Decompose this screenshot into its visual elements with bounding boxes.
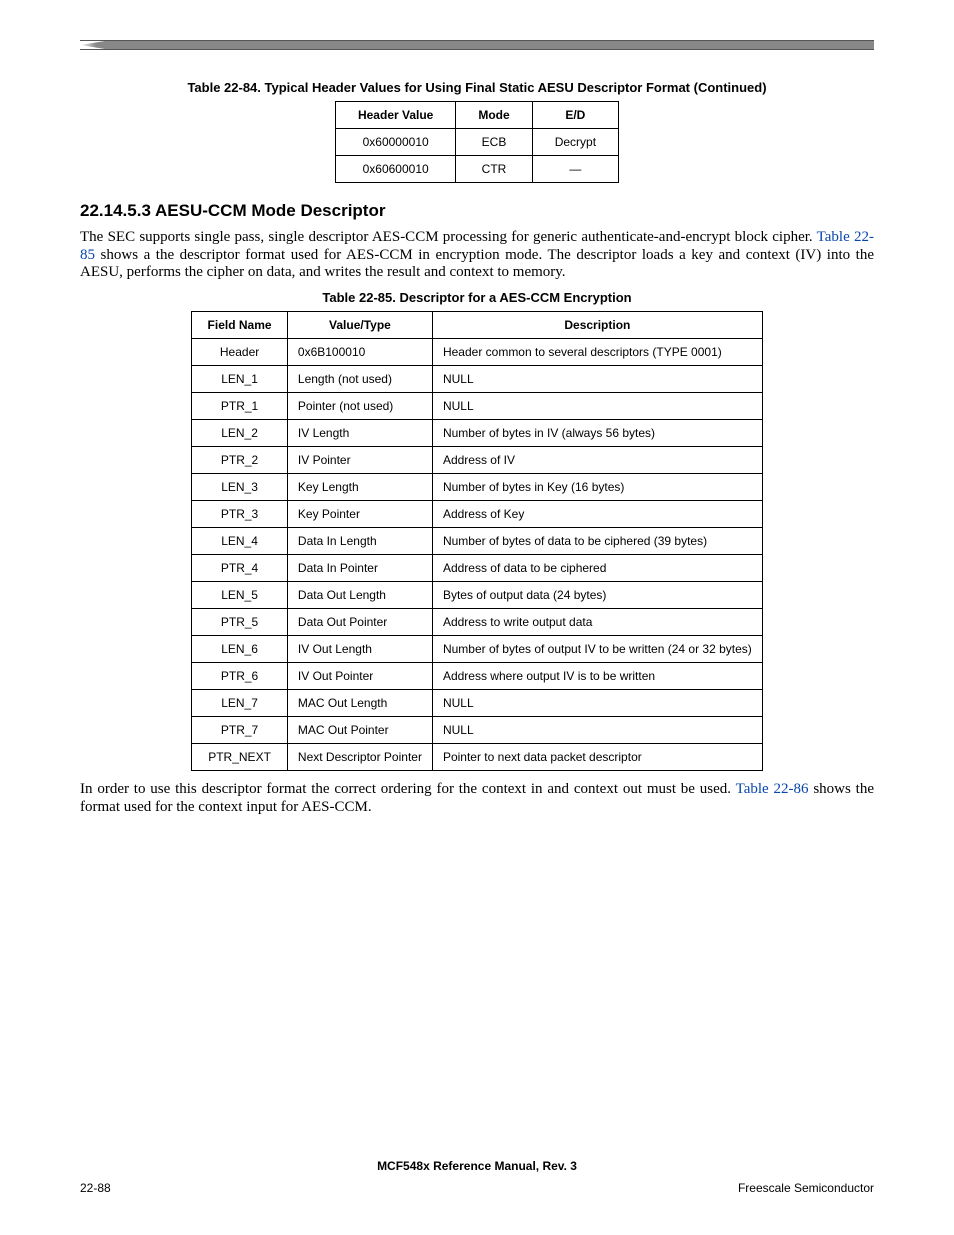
cell: 0x60600010 xyxy=(335,156,455,183)
cell: Address of data to be ciphered xyxy=(432,555,762,582)
cell: Key Pointer xyxy=(287,501,432,528)
cell: Number of bytes of output IV to be writt… xyxy=(432,636,762,663)
cell: PTR_1 xyxy=(192,393,288,420)
table-row: 0x60600010 CTR — xyxy=(335,156,618,183)
cell: Data In Length xyxy=(287,528,432,555)
cell: Data Out Pointer xyxy=(287,609,432,636)
table-row: Header0x6B100010Header common to several… xyxy=(192,339,763,366)
text: The SEC supports single pass, single des… xyxy=(80,229,817,245)
cell: MAC Out Pointer xyxy=(287,717,432,744)
cell: ECB xyxy=(456,129,532,156)
table-85-caption: Table 22-85. Descriptor for a AES-CCM En… xyxy=(80,290,874,305)
col-header: Mode xyxy=(456,102,532,129)
cell: Address of Key xyxy=(432,501,762,528)
cell: Address where output IV is to be written xyxy=(432,663,762,690)
cell: Data In Pointer xyxy=(287,555,432,582)
page-number: 22-88 xyxy=(80,1181,111,1195)
table-row: PTR_4Data In PointerAddress of data to b… xyxy=(192,555,763,582)
text: shows a the descriptor format used for A… xyxy=(80,247,874,281)
cell: 0x60000010 xyxy=(335,129,455,156)
section-title: AESU-CCM Mode Descriptor xyxy=(155,201,385,220)
cell: IV Out Pointer xyxy=(287,663,432,690)
cell: Header common to several descriptors (TY… xyxy=(432,339,762,366)
cell: LEN_2 xyxy=(192,420,288,447)
cell: LEN_5 xyxy=(192,582,288,609)
cell: PTR_5 xyxy=(192,609,288,636)
cell: PTR_3 xyxy=(192,501,288,528)
table-row: PTR_1Pointer (not used)NULL xyxy=(192,393,763,420)
cell: Key Length xyxy=(287,474,432,501)
cell: IV Length xyxy=(287,420,432,447)
cell: 0x6B100010 xyxy=(287,339,432,366)
table-row: PTR_NEXTNext Descriptor PointerPointer t… xyxy=(192,744,763,771)
cell: Header xyxy=(192,339,288,366)
table-row: LEN_1Length (not used)NULL xyxy=(192,366,763,393)
table-row: PTR_2IV PointerAddress of IV xyxy=(192,447,763,474)
cell: — xyxy=(532,156,618,183)
cell: PTR_6 xyxy=(192,663,288,690)
section-heading: 22.14.5.3 AESU-CCM Mode Descriptor xyxy=(80,201,874,221)
cell: Number of bytes in IV (always 56 bytes) xyxy=(432,420,762,447)
table-row: LEN_7MAC Out LengthNULL xyxy=(192,690,763,717)
page-footer: MCF548x Reference Manual, Rev. 3 22-88 F… xyxy=(80,1159,874,1195)
cell: IV Pointer xyxy=(287,447,432,474)
footer-title: MCF548x Reference Manual, Rev. 3 xyxy=(80,1159,874,1173)
cell: LEN_6 xyxy=(192,636,288,663)
cell: CTR xyxy=(456,156,532,183)
col-header: Field Name xyxy=(192,312,288,339)
cell: NULL xyxy=(432,366,762,393)
xref-link[interactable]: Table 22-86 xyxy=(736,781,809,797)
cell: Length (not used) xyxy=(287,366,432,393)
section-number: 22.14.5.3 xyxy=(80,201,151,220)
cell: PTR_NEXT xyxy=(192,744,288,771)
cell: Address to write output data xyxy=(432,609,762,636)
table-row: LEN_4Data In LengthNumber of bytes of da… xyxy=(192,528,763,555)
paragraph: In order to use this descriptor format t… xyxy=(80,781,874,816)
cell: PTR_4 xyxy=(192,555,288,582)
table-row: LEN_5Data Out LengthBytes of output data… xyxy=(192,582,763,609)
cell: Number of bytes in Key (16 bytes) xyxy=(432,474,762,501)
footer-brand: Freescale Semiconductor xyxy=(738,1181,874,1195)
table-row: PTR_5Data Out PointerAddress to write ou… xyxy=(192,609,763,636)
cell: NULL xyxy=(432,393,762,420)
cell: Data Out Length xyxy=(287,582,432,609)
cell: Number of bytes of data to be ciphered (… xyxy=(432,528,762,555)
cell: Decrypt xyxy=(532,129,618,156)
col-header: Value/Type xyxy=(287,312,432,339)
col-header: Description xyxy=(432,312,762,339)
table-84-caption: Table 22-84. Typical Header Values for U… xyxy=(80,80,874,95)
cell: Pointer (not used) xyxy=(287,393,432,420)
cell: Address of IV xyxy=(432,447,762,474)
cell: LEN_4 xyxy=(192,528,288,555)
cell: Bytes of output data (24 bytes) xyxy=(432,582,762,609)
cell: PTR_2 xyxy=(192,447,288,474)
table-row: Header Value Mode E/D xyxy=(335,102,618,129)
cell: NULL xyxy=(432,717,762,744)
cell: Next Descriptor Pointer xyxy=(287,744,432,771)
cell: MAC Out Length xyxy=(287,690,432,717)
paragraph: The SEC supports single pass, single des… xyxy=(80,229,874,282)
cell: NULL xyxy=(432,690,762,717)
table-row: PTR_6IV Out PointerAddress where output … xyxy=(192,663,763,690)
col-header: E/D xyxy=(532,102,618,129)
cell: IV Out Length xyxy=(287,636,432,663)
table-row: LEN_6IV Out LengthNumber of bytes of out… xyxy=(192,636,763,663)
table-row: PTR_7MAC Out PointerNULL xyxy=(192,717,763,744)
cell: PTR_7 xyxy=(192,717,288,744)
cell: LEN_3 xyxy=(192,474,288,501)
table-row: 0x60000010 ECB Decrypt xyxy=(335,129,618,156)
header-rule xyxy=(80,40,874,50)
table-84: Header Value Mode E/D 0x60000010 ECB Dec… xyxy=(335,101,619,183)
table-row: PTR_3Key PointerAddress of Key xyxy=(192,501,763,528)
table-row: Field Name Value/Type Description xyxy=(192,312,763,339)
text: In order to use this descriptor format t… xyxy=(80,781,736,797)
cell: LEN_7 xyxy=(192,690,288,717)
cell: LEN_1 xyxy=(192,366,288,393)
table-row: LEN_3Key LengthNumber of bytes in Key (1… xyxy=(192,474,763,501)
cell: Pointer to next data packet descriptor xyxy=(432,744,762,771)
table-row: LEN_2IV LengthNumber of bytes in IV (alw… xyxy=(192,420,763,447)
col-header: Header Value xyxy=(335,102,455,129)
table-85: Field Name Value/Type Description Header… xyxy=(191,311,763,771)
